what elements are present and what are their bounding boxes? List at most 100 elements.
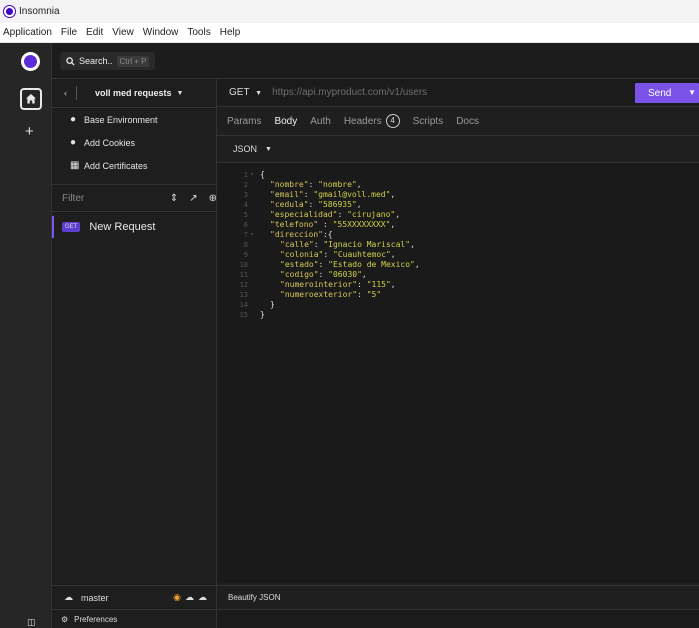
search-label: Search.. bbox=[79, 56, 113, 66]
code-line: "email": "gmail@voll.med", bbox=[270, 190, 395, 200]
code-line: "colonia": "Cuauhtemoc", bbox=[280, 250, 396, 260]
json-editor[interactable]: 1 ▾ 2 3 4 5 6 7 ▾ 8 9 10 11 12 13 14 15 {"nombre": "nomb… bbox=[217, 163, 699, 583]
project-name[interactable]: voll med requests bbox=[95, 88, 172, 98]
send-label: Send bbox=[648, 87, 672, 99]
tab-params[interactable]: Params bbox=[227, 116, 261, 127]
menu-tools[interactable]: Tools bbox=[187, 27, 210, 38]
send-button[interactable]: Send ▼ bbox=[635, 83, 699, 103]
search-icon bbox=[66, 56, 75, 66]
line-number: 9 bbox=[243, 251, 248, 259]
code-token: "cedula" bbox=[270, 200, 309, 209]
base-environment-item[interactable]: ● Base Environment bbox=[52, 108, 216, 131]
code-token: : bbox=[323, 250, 333, 259]
tab-headers[interactable]: Headers 4 bbox=[344, 114, 400, 128]
send-options-chevron-icon[interactable]: ▼ bbox=[688, 88, 696, 97]
code-token: : bbox=[313, 240, 324, 249]
line-number: 1 bbox=[243, 171, 248, 179]
line-number: 13 bbox=[239, 291, 248, 299]
code-token: , bbox=[390, 250, 396, 259]
insomnia-logo-icon bbox=[4, 6, 15, 17]
filter-input[interactable]: Filter bbox=[52, 185, 170, 211]
method-select[interactable]: GET ▼ bbox=[229, 87, 262, 98]
home-icon bbox=[26, 94, 36, 104]
line-number: 12 bbox=[239, 281, 248, 289]
chevron-down-icon[interactable]: ▼ bbox=[177, 90, 184, 97]
code-token: "586935" bbox=[318, 200, 357, 209]
code-token: "especialidad" bbox=[270, 210, 338, 219]
menu-file[interactable]: File bbox=[61, 27, 77, 38]
tab-auth[interactable]: Auth bbox=[310, 116, 331, 127]
code-token: , bbox=[410, 240, 415, 249]
cloud-download-icon[interactable]: ☁ bbox=[198, 592, 207, 603]
branch-name[interactable]: master bbox=[81, 593, 109, 603]
sort-icon[interactable]: ⇕ bbox=[170, 193, 178, 204]
cloud-upload-icon[interactable]: ☁ bbox=[185, 592, 194, 603]
code-token: : bbox=[308, 180, 319, 189]
fold-arrow-icon[interactable]: ▾ bbox=[250, 170, 254, 180]
tab-docs[interactable]: Docs bbox=[456, 116, 479, 127]
certificate-icon: ▦ bbox=[70, 160, 80, 171]
code-token: "calle" bbox=[280, 240, 314, 249]
tab-scripts[interactable]: Scripts bbox=[413, 116, 444, 127]
fold-arrow-icon[interactable]: ▾ bbox=[250, 230, 254, 240]
tab-body[interactable]: Body bbox=[274, 116, 297, 127]
code-line: "especialidad": "cirujano", bbox=[270, 210, 400, 220]
code-token: "email" bbox=[270, 190, 304, 199]
beautify-json-button[interactable]: Beautify JSON bbox=[228, 593, 280, 602]
toggle-sidebar-icon[interactable]: ◫ bbox=[27, 617, 36, 628]
menu-window[interactable]: Window bbox=[143, 27, 179, 38]
request-item[interactable]: GET New Request bbox=[52, 216, 217, 238]
sync-status-icon[interactable]: ◉ bbox=[173, 592, 181, 603]
add-cookies-item[interactable]: ● Add Cookies bbox=[52, 131, 216, 154]
status-strip bbox=[217, 609, 699, 628]
code-token: , bbox=[390, 280, 396, 289]
menu-edit[interactable]: Edit bbox=[86, 27, 103, 38]
line-number: 5 bbox=[243, 211, 248, 219]
globe-icon: ● bbox=[70, 114, 77, 125]
url-input[interactable]: https://api.myproduct.com/v1/users bbox=[272, 87, 427, 98]
divider bbox=[76, 86, 77, 100]
home-button[interactable] bbox=[20, 88, 42, 110]
line-number: 7 bbox=[243, 231, 248, 239]
code-token: "colonia" bbox=[280, 250, 324, 259]
menu-view[interactable]: View bbox=[112, 27, 134, 38]
preferences-button[interactable]: ⚙ Preferences bbox=[52, 609, 217, 628]
line-number: 2 bbox=[243, 181, 248, 189]
add-certificates-item[interactable]: ▦ Add Certificates bbox=[52, 154, 216, 177]
code-token: "55XXXXXXXX" bbox=[332, 220, 391, 229]
code-token: : bbox=[308, 200, 319, 209]
code-token: , bbox=[390, 220, 396, 229]
code-token: , bbox=[361, 270, 367, 279]
code-line: } bbox=[270, 300, 275, 310]
code-token: : bbox=[318, 270, 329, 279]
code-token: } bbox=[270, 300, 275, 309]
back-chevron-icon[interactable]: ‹ bbox=[64, 88, 67, 98]
line-number: 4 bbox=[243, 201, 248, 209]
code-token: "direccion" bbox=[270, 230, 323, 239]
add-cookies-label: Add Cookies bbox=[84, 137, 136, 148]
code-line: "nombre": "nombre", bbox=[270, 180, 362, 190]
line-number: 11 bbox=[239, 271, 248, 279]
code-token: "numeroexterior" bbox=[280, 290, 358, 299]
add-request-icon[interactable]: ⊕ bbox=[209, 193, 217, 204]
gear-icon: ⚙ bbox=[61, 614, 69, 624]
code-token: "gmail@voll.med" bbox=[313, 190, 391, 199]
add-project-icon[interactable]: + bbox=[25, 124, 34, 139]
base-environment-label: Base Environment bbox=[84, 114, 158, 125]
line-number: 8 bbox=[243, 241, 248, 249]
search-input[interactable]: Search.. Ctrl + P bbox=[60, 52, 155, 70]
code-area[interactable]: {"nombre": "nombre", "email": "gmail@voll… bbox=[257, 163, 699, 583]
insomnia-home-logo-icon[interactable] bbox=[21, 52, 40, 71]
code-line: "cedula": "586935", bbox=[270, 200, 362, 210]
body-type-select[interactable]: JSON ▼ bbox=[217, 136, 699, 163]
menu-application[interactable]: Application bbox=[3, 27, 52, 38]
search-shortcut: Ctrl + P bbox=[116, 55, 150, 67]
code-token: "06030" bbox=[328, 270, 362, 279]
expand-icon[interactable]: ↗ bbox=[189, 193, 197, 204]
code-token: : bbox=[318, 220, 333, 229]
window-titlebar: Insomnia bbox=[0, 0, 699, 23]
preferences-label: Preferences bbox=[74, 614, 118, 624]
menu-help[interactable]: Help bbox=[220, 27, 241, 38]
line-number-gutter: 1 ▾ 2 3 4 5 6 7 ▾ 8 9 10 11 12 13 14 15 bbox=[217, 163, 257, 583]
code-token: "numerointerior" bbox=[280, 280, 358, 289]
